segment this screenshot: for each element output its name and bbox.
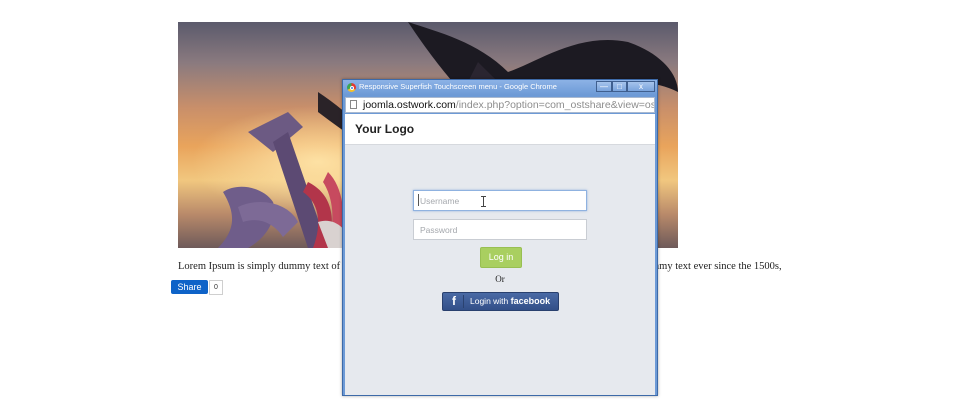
url-host: joomla.ostwork.com bbox=[363, 99, 456, 111]
maximize-button[interactable]: □ bbox=[612, 81, 627, 92]
site-header: Your Logo bbox=[345, 114, 655, 145]
minimize-button[interactable]: — bbox=[596, 81, 612, 92]
url-text: joomla.ostwork.com/index.php?option=com_… bbox=[363, 98, 655, 112]
share-count-badge: 0 bbox=[209, 280, 223, 295]
window-titlebar[interactable]: Responsive Superfish Touchscreen menu - … bbox=[343, 80, 657, 95]
close-button[interactable]: x bbox=[627, 81, 655, 92]
facebook-label-brand: facebook bbox=[510, 296, 551, 306]
password-input[interactable] bbox=[413, 219, 587, 240]
page-viewport: Your Logo Log in Or f Login with faceboo… bbox=[345, 114, 655, 395]
page-icon bbox=[350, 100, 357, 109]
paragraph-text-end: mmy text ever since the 1500s, bbox=[651, 261, 782, 272]
chrome-app-icon bbox=[347, 83, 356, 92]
site-logo[interactable]: Your Logo bbox=[355, 122, 414, 136]
facebook-button-divider bbox=[463, 295, 464, 308]
text-cursor-icon bbox=[481, 196, 488, 207]
address-bar[interactable]: joomla.ostwork.com/index.php?option=com_… bbox=[345, 97, 655, 113]
login-button[interactable]: Log in bbox=[480, 247, 522, 268]
paragraph-text-start: Lorem Ipsum is simply dummy text of the … bbox=[178, 261, 364, 272]
username-input[interactable] bbox=[413, 190, 587, 211]
or-divider-text: Or bbox=[495, 274, 505, 284]
url-path: /index.php?option=com_ostshare&view=os bbox=[455, 99, 655, 111]
window-title: Responsive Superfish Touchscreen menu - … bbox=[359, 82, 557, 91]
facebook-label-prefix: Login with bbox=[470, 296, 509, 306]
browser-popup-window: Responsive Superfish Touchscreen menu - … bbox=[342, 79, 658, 396]
facebook-login-button[interactable]: f Login with facebook bbox=[442, 292, 559, 311]
facebook-icon: f bbox=[452, 294, 456, 308]
text-caret bbox=[418, 194, 419, 206]
facebook-button-label: Login with facebook bbox=[470, 293, 550, 310]
share-button[interactable]: Share bbox=[171, 280, 208, 294]
